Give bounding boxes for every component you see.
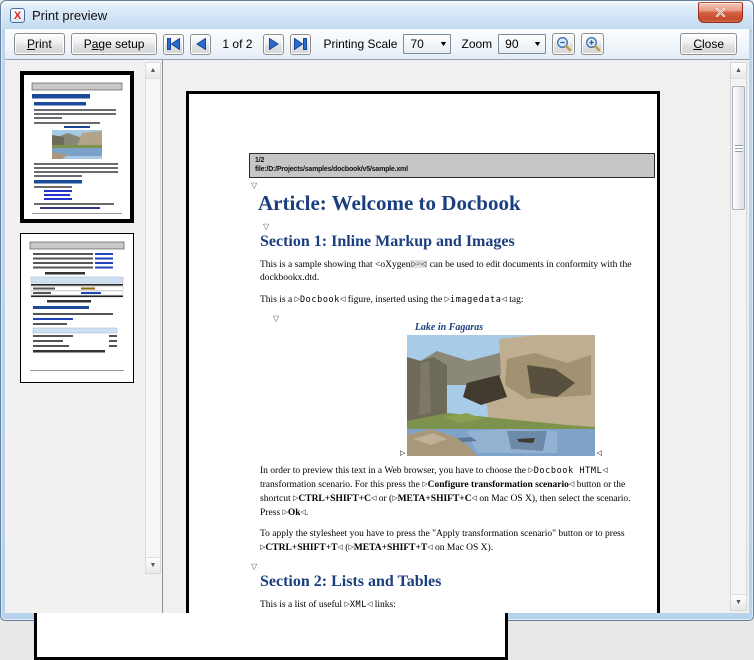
- header-page-number: 1/2: [255, 156, 649, 165]
- oxygen-logo-icon: X: [10, 8, 25, 23]
- previous-page-icon: [196, 38, 206, 50]
- printing-scale-value: 70: [410, 37, 439, 51]
- printing-scale-label: Printing Scale: [323, 37, 397, 51]
- previous-page-button[interactable]: [190, 34, 211, 55]
- section2-heading: Section 2: Lists and Tables: [260, 572, 657, 591]
- zoom-select[interactable]: 90 ▼: [498, 34, 546, 54]
- tag-open-icon: ▷: [400, 449, 405, 457]
- dropdown-arrow-icon: ▼: [439, 41, 448, 48]
- page-1-thumbnail-preview: [24, 75, 130, 219]
- last-page-icon: [294, 38, 307, 50]
- zoom-label: Zoom: [461, 37, 492, 51]
- tag-close-icon: ◁: [597, 449, 602, 457]
- paragraph: This is a list of useful ▷XML◁ links:: [260, 598, 652, 612]
- document-page: 1/2 file:/D:/Projects/samples/docbook/v5…: [186, 91, 660, 613]
- print-button[interactable]: Print: [14, 33, 65, 55]
- scroll-down-icon[interactable]: ▼: [731, 594, 746, 610]
- first-page-button[interactable]: [163, 34, 184, 55]
- last-page-button[interactable]: [290, 34, 311, 55]
- section1-heading: Section 1: Inline Markup and Images: [260, 232, 657, 251]
- next-page-icon: [269, 38, 279, 50]
- lake-photo-image: [407, 335, 595, 456]
- dropdown-arrow-icon: ▼: [533, 41, 542, 48]
- content-area: ▲ ▼ 1/2 file:/D:/Projects/samples/docboo…: [5, 60, 749, 613]
- header-file-path: file:/D:/Projects/samples/docbook/v5/sam…: [255, 165, 649, 174]
- close-icon: [715, 8, 726, 17]
- fold-marker-icon[interactable]: ▽: [251, 182, 657, 189]
- page-setup-button[interactable]: Page setup: [71, 33, 158, 55]
- page-2-thumbnail[interactable]: [20, 233, 134, 383]
- document-header-box: 1/2 file:/D:/Projects/samples/docbook/v5…: [249, 153, 655, 178]
- scroll-down-icon[interactable]: ▼: [146, 557, 160, 573]
- scrollbar-thumb[interactable]: [732, 86, 745, 210]
- next-page-button[interactable]: [263, 34, 284, 55]
- zoom-in-button[interactable]: [581, 33, 604, 55]
- figure: ▷ ◁: [407, 335, 595, 456]
- zoom-out-icon: [556, 36, 572, 52]
- toolbar: Print Page setup Page: 1 of 2 Printing S…: [5, 29, 749, 60]
- preview-panel: 1/2 file:/D:/Projects/samples/docbook/v5…: [162, 60, 749, 613]
- thumbnails-scrollbar[interactable]: ▲ ▼: [145, 62, 161, 574]
- paragraph: In order to preview this text in a Web b…: [260, 464, 652, 520]
- zoom-value: 90: [505, 37, 534, 51]
- print-preview-window: X Print preview Print Page setup Page: 1…: [0, 0, 754, 621]
- page-1-thumbnail[interactable]: [20, 71, 134, 223]
- zoom-out-button[interactable]: [552, 33, 575, 55]
- scrollbar-grip: [735, 145, 743, 152]
- first-page-icon: [167, 38, 180, 50]
- fold-marker-icon[interactable]: ▽: [251, 563, 657, 570]
- fold-marker-icon[interactable]: ▽: [263, 223, 657, 230]
- titlebar[interactable]: X Print preview: [1, 1, 753, 29]
- paragraph: This is a sample showing that <oXygen▷>◁…: [260, 258, 652, 285]
- printing-scale-select[interactable]: 70 ▼: [403, 34, 451, 54]
- scroll-up-icon[interactable]: ▲: [731, 63, 746, 79]
- preview-scrollbar[interactable]: ▲ ▼: [730, 62, 747, 611]
- fold-marker-icon[interactable]: ▽: [273, 315, 657, 322]
- article-title: Article: Welcome to Docbook: [258, 191, 657, 215]
- thumbnails-panel: ▲ ▼: [5, 60, 162, 613]
- page-indicator: 1 of 2: [217, 37, 257, 51]
- scroll-up-icon[interactable]: ▲: [146, 63, 160, 79]
- figure-caption: Lake in Fagaras: [249, 322, 649, 333]
- window-title: Print preview: [32, 8, 107, 23]
- paragraph: This is a ▷Docbook◁ figure, inserted usi…: [260, 293, 652, 307]
- page-2-thumbnail-preview: [21, 234, 133, 382]
- window-close-button[interactable]: [698, 2, 743, 23]
- close-button[interactable]: Close: [680, 33, 737, 55]
- zoom-in-icon: [585, 36, 601, 52]
- paragraph: To apply the stylesheet you have to pres…: [260, 528, 652, 555]
